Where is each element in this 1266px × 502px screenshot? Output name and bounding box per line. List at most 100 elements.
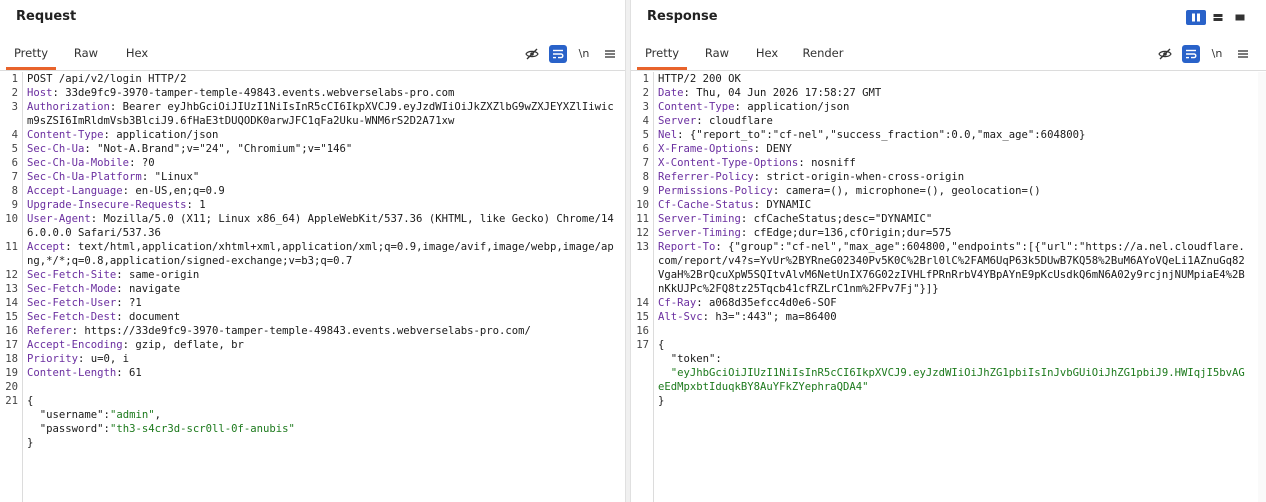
newline-toggle[interactable]: \n bbox=[1208, 45, 1226, 63]
code-line[interactable]: 16 Referer: https://33de9fc9-3970-tamper-… bbox=[0, 324, 625, 338]
request-editor[interactable]: 1 POST /api/v2/login HTTP/2 2 Host: 33de9fc… bbox=[0, 72, 625, 502]
response-tab-pretty[interactable]: Pretty bbox=[637, 38, 687, 70]
code-line[interactable]: 18 Priority: u=0, i bbox=[0, 352, 625, 366]
code-line[interactable]: 11 Accept: text/html,application/xhtml+xm… bbox=[0, 240, 625, 268]
code-line[interactable]: 9 Upgrade-Insecure-Requests: 1 bbox=[0, 198, 625, 212]
hamburger-menu-icon[interactable] bbox=[601, 45, 619, 63]
code-line[interactable]: 9 Permissions-Policy: camera=(), micropho… bbox=[631, 184, 1266, 198]
code-line[interactable]: "token": bbox=[631, 352, 1266, 366]
code-line[interactable]: 21 { bbox=[0, 394, 625, 408]
code-line[interactable]: 6 Sec-Ch-Ua-Mobile: ?0 bbox=[0, 156, 625, 170]
code-line[interactable]: 15 Alt-Svc: h3=":443"; ma=86400 bbox=[631, 310, 1266, 324]
header-name: Authorization bbox=[27, 101, 110, 113]
line-content: Date: Thu, 04 Jun 2026 17:58:27 GMT bbox=[658, 86, 1250, 100]
code-line[interactable]: } bbox=[0, 436, 625, 450]
response-editor[interactable]: 1 HTTP/2 200 OK 2 Date: Thu, 04 Jun 2026 17… bbox=[631, 72, 1266, 502]
response-tab-raw[interactable]: Raw bbox=[695, 38, 739, 69]
code-line[interactable]: 14 Sec-Fetch-User: ?1 bbox=[0, 296, 625, 310]
code-line[interactable]: 8 Accept-Language: en-US,en;q=0.9 bbox=[0, 184, 625, 198]
code-line[interactable]: } bbox=[631, 394, 1266, 408]
code-line[interactable]: 10 Cf-Cache-Status: DYNAMIC bbox=[631, 198, 1266, 212]
request-code[interactable]: 1 POST /api/v2/login HTTP/2 2 Host: 33de9fc… bbox=[0, 72, 625, 450]
code-line[interactable]: 10 User-Agent: Mozilla/5.0 (X11; Linux x8… bbox=[0, 212, 625, 240]
code-text: : {"report_to":"cf-nel","success_fractio… bbox=[677, 129, 1086, 141]
code-line[interactable]: 3 Content-Type: application/json bbox=[631, 100, 1266, 114]
request-editor-toolbar: \n bbox=[523, 38, 619, 69]
line-number: 18 bbox=[5, 353, 18, 365]
code-line[interactable]: 2 Host: 33de9fc9-3970-tamper-temple-49843… bbox=[0, 86, 625, 100]
line-number: 12 bbox=[636, 227, 649, 239]
code-line[interactable]: 6 X-Frame-Options: DENY bbox=[631, 142, 1266, 156]
code-line[interactable]: 1 HTTP/2 200 OK bbox=[631, 72, 1266, 86]
code-line[interactable]: 7 X-Content-Type-Options: nosniff bbox=[631, 156, 1266, 170]
line-number: 7 bbox=[11, 171, 18, 183]
line-content: Sec-Ch-Ua-Platform: "Linux" bbox=[27, 170, 619, 184]
code-line[interactable]: "password":"th3-s4cr3d-scr0ll-0f-anubis" bbox=[0, 422, 625, 436]
eye-off-icon[interactable] bbox=[1156, 45, 1174, 63]
response-tab-hex[interactable]: Hex bbox=[747, 38, 787, 69]
code-line[interactable]: 2 Date: Thu, 04 Jun 2026 17:58:27 GMT bbox=[631, 86, 1266, 100]
code-line[interactable]: 8 Referrer-Policy: strict-origin-when-cro… bbox=[631, 170, 1266, 184]
header-name: Server-Timing bbox=[658, 227, 741, 239]
line-number: 1 bbox=[11, 73, 18, 85]
code-line[interactable]: 5 Nel: {"report_to":"cf-nel","success_fra… bbox=[631, 128, 1266, 142]
code-line[interactable]: 14 Cf-Ray: a068d35efcc4d0e6-SOF bbox=[631, 296, 1266, 310]
line-content: Sec-Ch-Ua: "Not-A.Brand";v="24", "Chromi… bbox=[27, 142, 619, 156]
code-line[interactable]: 1 POST /api/v2/login HTTP/2 bbox=[0, 72, 625, 86]
line-number: 11 bbox=[5, 241, 18, 253]
response-tab-render[interactable]: Render bbox=[795, 38, 851, 69]
code-line[interactable]: "eyJhbGciOiJIUzI1NiIsInR5cCI6IkpXVCJ9.ey… bbox=[631, 366, 1266, 394]
code-text: : cfCacheStatus;desc="DYNAMIC" bbox=[740, 213, 933, 225]
header-name: Alt-Svc bbox=[658, 311, 703, 323]
code-text: "password" bbox=[39, 423, 104, 435]
code-line[interactable]: 17 Accept-Encoding: gzip, deflate, br bbox=[0, 338, 625, 352]
line-number: 6 bbox=[642, 143, 649, 155]
layout-single-icon[interactable] bbox=[1230, 10, 1250, 25]
header-name: Sec-Ch-Ua bbox=[27, 143, 85, 155]
code-text: "username" bbox=[39, 409, 104, 421]
code-line[interactable]: 4 Server: cloudflare bbox=[631, 114, 1266, 128]
code-line[interactable]: 13 Report-To: {"group":"cf-nel","max_age"… bbox=[631, 240, 1266, 296]
line-content: HTTP/2 200 OK bbox=[658, 72, 1250, 86]
line-number: 13 bbox=[636, 241, 649, 253]
line-number: 5 bbox=[11, 143, 18, 155]
eye-off-icon[interactable] bbox=[523, 45, 541, 63]
header-name: Priority bbox=[27, 353, 79, 365]
layout-rows-icon[interactable] bbox=[1208, 10, 1228, 25]
code-line[interactable]: 11 Server-Timing: cfCacheStatus;desc="DYN… bbox=[631, 212, 1266, 226]
code-line[interactable]: 17 { bbox=[631, 338, 1266, 352]
hamburger-menu-icon[interactable] bbox=[1234, 45, 1252, 63]
line-content: Content-Length: 61 bbox=[27, 366, 619, 380]
code-line[interactable]: 4 Content-Type: application/json bbox=[0, 128, 625, 142]
code-line[interactable]: 12 Sec-Fetch-Site: same-origin bbox=[0, 268, 625, 282]
code-line[interactable]: "username":"admin", bbox=[0, 408, 625, 422]
newline-toggle[interactable]: \n bbox=[575, 45, 593, 63]
code-line[interactable]: 16 bbox=[631, 324, 1266, 338]
code-line[interactable]: 3 Authorization: Bearer eyJhbGciOiJIUzI1N… bbox=[0, 100, 625, 128]
line-content: "token": bbox=[658, 352, 1250, 366]
code-text: "token" bbox=[670, 353, 716, 365]
json-string: "eyJhbGciOiJIUzI1NiIsInR5cCI6IkpXVCJ9.ey… bbox=[658, 367, 1245, 393]
code-line[interactable]: 5 Sec-Ch-Ua: "Not-A.Brand";v="24", "Chrom… bbox=[0, 142, 625, 156]
line-content: "password":"th3-s4cr3d-scr0ll-0f-anubis" bbox=[27, 422, 619, 436]
code-line[interactable]: 7 Sec-Ch-Ua-Platform: "Linux" bbox=[0, 170, 625, 184]
text-wrap-icon[interactable] bbox=[549, 44, 567, 63]
line-content: Content-Type: application/json bbox=[658, 100, 1250, 114]
request-tab-pretty[interactable]: Pretty bbox=[6, 38, 56, 70]
request-tab-raw[interactable]: Raw bbox=[64, 38, 108, 69]
line-content: User-Agent: Mozilla/5.0 (X11; Linux x86_… bbox=[27, 212, 619, 240]
request-tab-hex[interactable]: Hex bbox=[116, 38, 158, 69]
text-wrap-icon[interactable] bbox=[1182, 44, 1200, 63]
code-line[interactable]: 13 Sec-Fetch-Mode: navigate bbox=[0, 282, 625, 296]
line-number: 15 bbox=[636, 311, 649, 323]
line-content: Priority: u=0, i bbox=[27, 352, 619, 366]
code-line[interactable]: 12 Server-Timing: cfEdge;dur=136,cfOrigin… bbox=[631, 226, 1266, 240]
code-line[interactable]: 20 bbox=[0, 380, 625, 394]
code-line[interactable]: 15 Sec-Fetch-Dest: document bbox=[0, 310, 625, 324]
response-scrollbar[interactable] bbox=[1258, 72, 1266, 502]
line-number: 4 bbox=[11, 129, 18, 141]
layout-columns-icon[interactable] bbox=[1186, 10, 1206, 25]
code-line[interactable]: 19 Content-Length: 61 bbox=[0, 366, 625, 380]
response-code[interactable]: 1 HTTP/2 200 OK 2 Date: Thu, 04 Jun 2026 17… bbox=[631, 72, 1266, 408]
